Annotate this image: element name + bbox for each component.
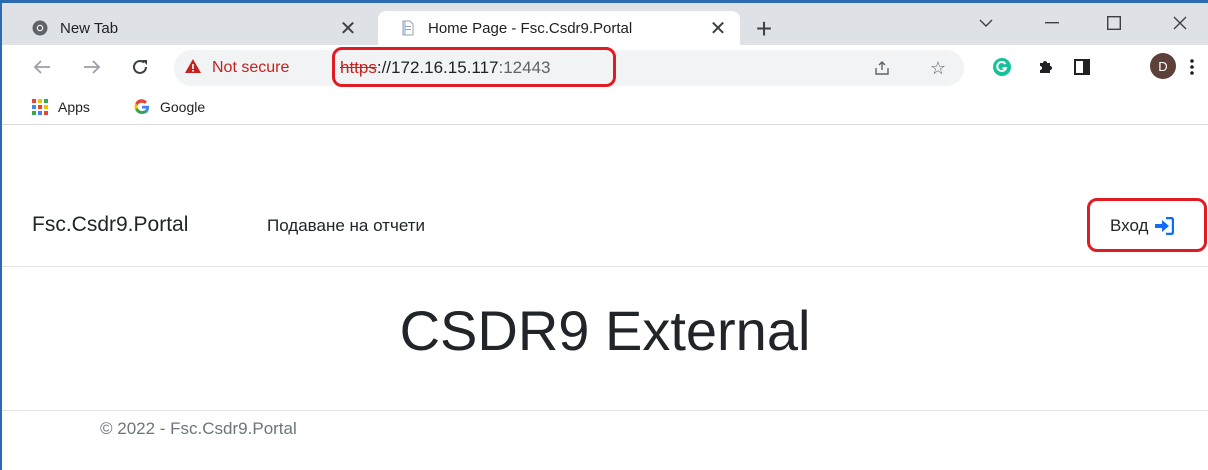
minimize-icon[interactable]: [1032, 7, 1072, 39]
bookmark-label: Apps: [58, 99, 90, 115]
tab-strip: New Tab ✕ Home Page - Fsc.Csdr9.Portal ✕…: [2, 3, 1208, 45]
page-heading: CSDR9 External: [399, 299, 811, 362]
tab-new-tab[interactable]: New Tab ✕: [10, 11, 370, 45]
reload-icon[interactable]: [126, 53, 154, 81]
tab-title: New Tab: [60, 19, 119, 37]
security-indicator[interactable]: Not secure: [184, 50, 289, 86]
profile-avatar[interactable]: D: [1150, 53, 1176, 79]
tab-title: Home Page - Fsc.Csdr9.Portal: [428, 19, 633, 37]
share-icon[interactable]: [868, 54, 896, 82]
chrome-icon: [32, 20, 48, 36]
side-panel-icon[interactable]: [1068, 53, 1096, 81]
security-label: Not secure: [212, 59, 290, 76]
browser-window: New Tab ✕ Home Page - Fsc.Csdr9.Portal ✕…: [0, 0, 1208, 470]
bookmark-apps[interactable]: Apps: [32, 95, 90, 119]
maximize-icon[interactable]: [1094, 7, 1134, 39]
footer-text: © 2022 - Fsc.Csdr9.Portal: [100, 419, 297, 438]
close-window-icon[interactable]: [1160, 7, 1200, 39]
close-tab-icon[interactable]: ✕: [334, 14, 362, 42]
bookmark-star-icon[interactable]: ☆: [924, 54, 952, 82]
footer-divider: [2, 410, 1208, 411]
warning-icon: [184, 58, 202, 79]
page-icon: [400, 20, 416, 36]
tab-home-page[interactable]: Home Page - Fsc.Csdr9.Portal ✕: [378, 11, 740, 45]
close-tab-icon[interactable]: ✕: [704, 14, 732, 42]
grammarly-icon[interactable]: [988, 53, 1016, 81]
nav-link-submit-reports[interactable]: Подаване на отчети: [267, 216, 425, 236]
site-brand-link[interactable]: Fsc.Csdr9.Portal: [32, 213, 188, 237]
extensions-puzzle-icon[interactable]: [1032, 53, 1060, 81]
url-highlight-annotation: [332, 47, 616, 87]
forward-icon[interactable]: [78, 53, 106, 81]
login-highlight-annotation: [1087, 198, 1207, 252]
menu-kebab-icon[interactable]: [1178, 53, 1206, 81]
bookmark-google[interactable]: Google: [134, 95, 205, 119]
tab-search-icon[interactable]: [966, 7, 1006, 39]
bookmark-label: Google: [160, 99, 206, 115]
new-tab-button[interactable]: +: [750, 13, 778, 44]
bookmarks-bar: Apps Google: [2, 89, 1208, 125]
back-icon[interactable]: [28, 53, 56, 81]
google-icon: [134, 99, 150, 115]
apps-grid-icon: [32, 99, 48, 115]
